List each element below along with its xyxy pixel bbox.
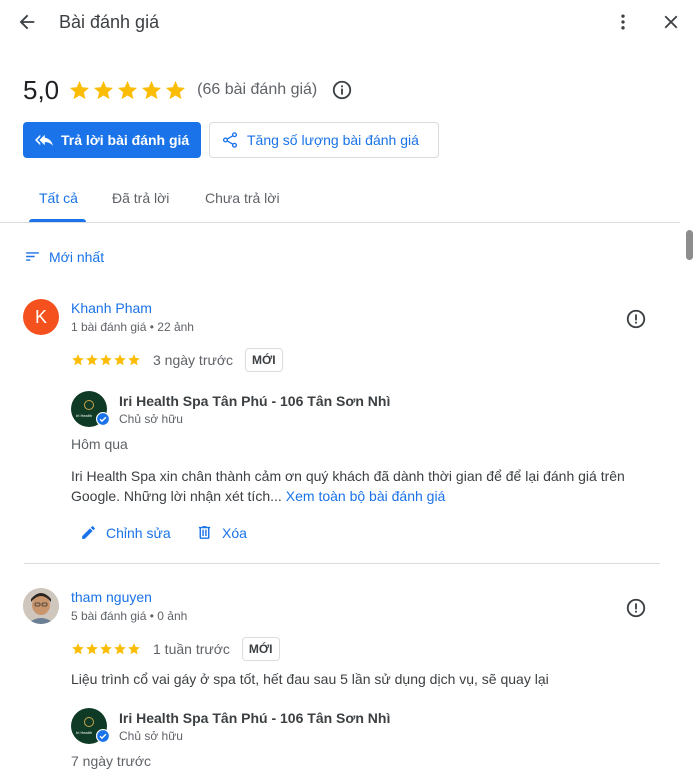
- logo-emblem: [84, 717, 94, 727]
- reviewer-meta: 1 bài đánh giá • 22 ảnh: [71, 320, 194, 334]
- owner-name: Iri Health Spa Tân Phú - 106 Tân Sơn Nhì: [119, 710, 391, 726]
- review-date: 3 ngày trước: [153, 352, 234, 368]
- review-stars: [71, 642, 141, 656]
- star-icon: [114, 354, 126, 366]
- reviewer-name[interactable]: tham nguyen: [71, 589, 152, 605]
- star-icon: [72, 354, 84, 366]
- edit-reply-button[interactable]: Chỉnh sửa: [80, 524, 171, 541]
- reply-icon: [35, 134, 53, 146]
- star-icon: [128, 354, 140, 366]
- reply-date: Hôm qua: [71, 436, 128, 452]
- owner-role: Chủ sở hữu: [119, 412, 183, 426]
- sort-label: Mới nhất: [49, 248, 105, 265]
- avatar-photo: [23, 588, 59, 624]
- new-badge: MỚI: [241, 637, 280, 661]
- share-icon: [222, 132, 238, 148]
- active-tab-indicator: [29, 219, 86, 222]
- avatar[interactable]: K: [23, 299, 59, 335]
- boost-reviews-label: Tăng số lượng bài đánh giá: [247, 132, 419, 148]
- see-full-review-link[interactable]: Xem toàn bộ bài đánh giá: [286, 488, 446, 504]
- scrollbar-thumb[interactable]: [686, 230, 693, 260]
- edit-icon: [82, 526, 95, 539]
- review-tabs: Tất cả Đã trả lời Chưa trả lời: [0, 178, 680, 223]
- star-icon: [94, 80, 114, 99]
- back-arrow-icon[interactable]: [15, 11, 39, 33]
- reply-reviews-label: Trả lời bài đánh giá: [61, 132, 190, 148]
- tab-unreplied[interactable]: Chưa trả lời: [205, 190, 280, 206]
- boost-reviews-button[interactable]: Tăng số lượng bài đánh giá: [209, 122, 439, 158]
- close-icon[interactable]: [660, 11, 682, 33]
- reviewer-meta: 5 bài đánh giá • 0 ảnh: [71, 609, 188, 623]
- new-badge: MỚI: [245, 348, 283, 372]
- logo-text: Iri Health: [76, 413, 93, 418]
- owner-role: Chủ sở hữu: [119, 729, 183, 743]
- delete-label: Xóa: [222, 524, 247, 541]
- edit-label: Chỉnh sửa: [106, 524, 171, 541]
- star-icon: [118, 80, 138, 99]
- star-icon: [86, 354, 98, 366]
- rating-stars: [68, 79, 187, 102]
- logo-emblem: [84, 400, 94, 410]
- tab-all[interactable]: Tất cả: [39, 190, 78, 206]
- info-icon[interactable]: [331, 79, 353, 101]
- delete-icon: [198, 526, 211, 539]
- star-icon: [166, 80, 186, 99]
- rating-value: 5,0: [23, 74, 60, 105]
- scrollbar[interactable]: [684, 223, 693, 769]
- sort-button[interactable]: Mới nhất: [24, 248, 104, 265]
- reply-date: 7 ngày trước: [71, 753, 152, 769]
- review-divider: [24, 563, 660, 564]
- more-vert-icon[interactable]: [613, 11, 633, 33]
- star-icon: [114, 643, 126, 655]
- verified-icon: [96, 729, 110, 743]
- star-icon: [142, 80, 162, 99]
- review-rating: 1 tuần trước MỚI: [71, 637, 280, 661]
- rating-summary: 5,0 (66 bài đánh giá): [23, 74, 353, 106]
- star-icon: [100, 354, 112, 366]
- reply-text: Iri Health Spa xin chân thành cảm ơn quý…: [71, 466, 661, 506]
- star-icon: [86, 643, 98, 655]
- star-icon: [100, 643, 112, 655]
- tab-replied[interactable]: Đã trả lời: [112, 190, 169, 206]
- review-date: 1 tuần trước: [153, 641, 230, 657]
- owner-name: Iri Health Spa Tân Phú - 106 Tân Sơn Nhì: [119, 393, 391, 409]
- reply-reviews-button[interactable]: Trả lời bài đánh giá: [23, 122, 201, 158]
- star-icon: [70, 80, 90, 99]
- rating-count: (66 bài đánh giá): [197, 81, 318, 98]
- star-icon: [72, 643, 84, 655]
- reviewer-name[interactable]: Khanh Pham: [71, 300, 152, 316]
- sort-icon: [26, 252, 39, 261]
- delete-reply-button[interactable]: Xóa: [196, 524, 247, 541]
- verified-icon: [96, 412, 110, 426]
- top-bar: Bài đánh giá: [0, 0, 693, 44]
- review-stars: [71, 353, 141, 367]
- star-icon: [128, 643, 140, 655]
- review-rating: 3 ngày trước MỚI: [71, 348, 283, 372]
- logo-text: Iri Health: [76, 730, 93, 735]
- avatar[interactable]: [23, 588, 59, 624]
- flag-icon[interactable]: [625, 597, 647, 619]
- page-title: Bài đánh giá: [59, 12, 160, 32]
- review-text: Liệu trình cổ vai gáy ở spa tốt, hết đau…: [71, 671, 549, 687]
- flag-icon[interactable]: [625, 308, 647, 330]
